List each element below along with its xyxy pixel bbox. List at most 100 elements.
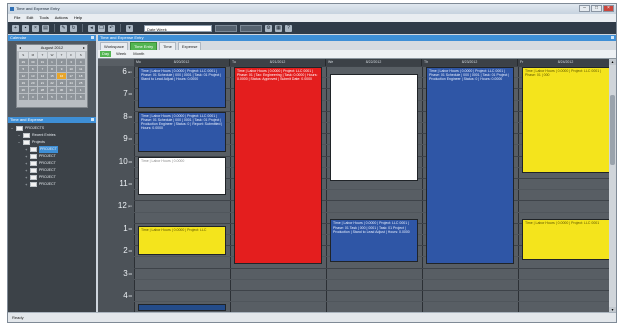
calendar-day[interactable]: 24 xyxy=(66,80,76,86)
calendar-day[interactable]: 1 xyxy=(47,59,57,65)
calendar-day[interactable]: 7 xyxy=(66,94,76,100)
tree-item[interactable]: + PROJECT xyxy=(11,181,93,188)
appointment-block[interactable]: Time | Labor Hours | 0.0000 | Project: L… xyxy=(522,219,610,260)
calendar-day[interactable]: 2 xyxy=(19,94,28,100)
calendar-day[interactable]: 7 xyxy=(38,66,47,72)
scroll-up-icon[interactable]: ▴ xyxy=(609,59,616,65)
calendar-day[interactable]: 23 xyxy=(57,80,66,86)
edit-icon[interactable]: ✎ xyxy=(60,24,67,32)
day-header[interactable]: Mo 8/20/2012 xyxy=(134,59,230,66)
day-header[interactable]: Fr 8/24/2012 xyxy=(518,59,614,66)
next-month-icon[interactable]: ▸ xyxy=(83,45,85,51)
appointment-block[interactable]: Time | Labor Hours | 0.0000 xyxy=(138,156,226,195)
expand-icon[interactable]: + xyxy=(25,160,28,167)
expand-icon[interactable]: + xyxy=(25,146,28,153)
tree-item[interactable]: + PROJECT xyxy=(11,174,93,181)
tree-item[interactable]: − Projects xyxy=(11,139,93,146)
menu-tools[interactable]: Tools xyxy=(39,14,48,22)
appointment-block[interactable]: Time | Labor Hours | 0.0000 | Project: L… xyxy=(426,67,514,265)
calendar-day[interactable]: 17 xyxy=(66,73,76,79)
menu-edit[interactable]: Edit xyxy=(26,14,33,22)
calendar-day[interactable]: 5 xyxy=(19,66,28,72)
appointment-block[interactable]: Time | Labor Hours | 0.0000 | Project: L… xyxy=(138,226,226,256)
calendar-day[interactable]: 3 xyxy=(66,59,76,65)
day-header[interactable]: We 8/22/2012 xyxy=(326,59,422,66)
calendar-day[interactable]: 10 xyxy=(66,66,76,72)
calendar-day[interactable]: 4 xyxy=(38,94,47,100)
expand-icon[interactable]: − xyxy=(18,139,21,146)
tree-item[interactable]: + PROJECT xyxy=(11,153,93,160)
calendar-day[interactable]: 16 xyxy=(57,73,66,79)
print-icon[interactable]: ▤ xyxy=(42,24,49,32)
help-icon[interactable]: ? xyxy=(285,24,292,32)
calendar-day[interactable]: 22 xyxy=(47,80,57,86)
minimize-button[interactable]: – xyxy=(579,5,590,12)
calendar-day[interactable]: 6 xyxy=(28,66,38,72)
undo-icon[interactable]: ↶ xyxy=(108,24,115,32)
tree-item[interactable]: + PROJECT xyxy=(11,160,93,167)
calendar-day[interactable]: 14 xyxy=(38,73,47,79)
scroll-thumb[interactable] xyxy=(610,95,615,165)
calendar-day[interactable]: 31 xyxy=(66,87,76,93)
tab-item[interactable]: Time xyxy=(159,42,176,50)
period-selector[interactable] xyxy=(240,24,262,32)
appointment-block[interactable]: Time | Labor Hours | 0.0000 | Project: L… xyxy=(138,111,226,153)
menu-file[interactable]: File xyxy=(14,14,20,22)
calendar-day[interactable]: 28 xyxy=(38,87,47,93)
menu-help[interactable]: Help xyxy=(74,14,82,22)
save-icon[interactable]: ▪ xyxy=(22,24,29,32)
view-tab[interactable]: Week xyxy=(114,51,128,57)
tree-item[interactable]: + PROJECT xyxy=(11,167,93,174)
appointment-block[interactable]: Time | Labor Hours | 0.0000 | Project: L… xyxy=(522,67,610,173)
calendar-day[interactable]: 21 xyxy=(38,80,47,86)
tab-item[interactable]: Expense xyxy=(177,42,202,50)
calendar-day[interactable]: 9 xyxy=(57,66,66,72)
calendar-day[interactable]: 18 xyxy=(76,73,85,79)
calendar-day[interactable]: 13 xyxy=(28,73,38,79)
calendar-day[interactable]: 29 xyxy=(47,87,57,93)
calendar-day[interactable]: 27 xyxy=(28,87,38,93)
calendar-day[interactable]: 19 xyxy=(19,80,28,86)
appointment-block[interactable] xyxy=(138,304,226,312)
calendar-day[interactable]: 25 xyxy=(76,80,85,86)
tree-item[interactable]: + PROJECT xyxy=(11,146,93,153)
day-header[interactable]: Tu 8/21/2012 xyxy=(230,59,326,66)
settings-icon[interactable]: ⚙ xyxy=(265,24,272,32)
tree-item[interactable]: − PROJECTS xyxy=(11,125,93,132)
tab-item[interactable]: Time Entry xyxy=(129,42,158,50)
calendar-day[interactable]: 8 xyxy=(47,66,57,72)
pin-icon[interactable] xyxy=(91,118,94,121)
day-header[interactable]: Th 8/23/2012 xyxy=(422,59,518,66)
expand-icon[interactable]: + xyxy=(25,167,28,174)
calendar-day[interactable]: 31 xyxy=(38,59,47,65)
maximize-button[interactable]: □ xyxy=(591,5,602,12)
view-selector[interactable] xyxy=(215,24,237,32)
calendar-day[interactable]: 3 xyxy=(28,94,38,100)
close-button[interactable]: × xyxy=(603,5,614,12)
calendar-day[interactable]: 30 xyxy=(57,87,66,93)
calendar-day[interactable]: 5 xyxy=(47,94,57,100)
calendar-day[interactable]: 6 xyxy=(57,94,66,100)
copy-icon[interactable]: ❐ xyxy=(98,24,105,32)
vertical-scrollbar[interactable]: ▴ ▾ xyxy=(609,59,616,313)
expand-icon[interactable]: − xyxy=(11,125,14,132)
tree-item[interactable]: − Recent Entries xyxy=(11,132,93,139)
view-tab[interactable]: Day xyxy=(100,51,112,57)
calendar-day[interactable]: 8 xyxy=(76,94,85,100)
pin-icon[interactable] xyxy=(91,36,94,39)
expand-icon[interactable]: + xyxy=(25,174,28,181)
menu-actions[interactable]: Actions xyxy=(55,14,68,22)
calendar-day[interactable]: 11 xyxy=(76,66,85,72)
back-icon[interactable]: ◂ xyxy=(88,24,95,32)
refresh-icon[interactable]: ↻ xyxy=(70,24,77,32)
calendar-icon[interactable]: ▦ xyxy=(275,24,282,32)
calendar-day[interactable]: 2 xyxy=(57,59,66,65)
calendar-day[interactable]: 15 xyxy=(47,73,57,79)
calendar-day[interactable]: 4 xyxy=(76,59,85,65)
calendar-day[interactable]: 20 xyxy=(28,80,38,86)
calendar-day[interactable]: 29 xyxy=(19,59,28,65)
calendar-day[interactable]: 1 xyxy=(76,87,85,93)
calendar-day[interactable]: 26 xyxy=(19,87,28,93)
prev-month-icon[interactable]: ◂ xyxy=(19,45,21,51)
filter-icon[interactable]: ▾ xyxy=(126,24,133,32)
